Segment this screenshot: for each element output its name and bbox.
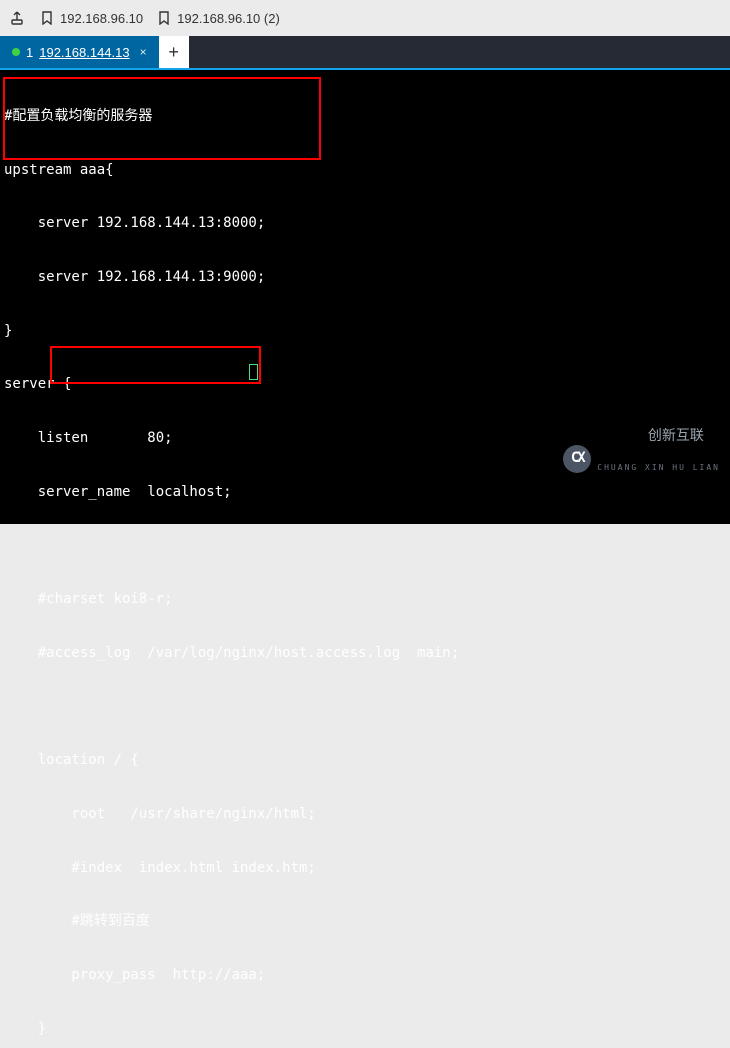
tab-strip: 1 192.168.144.13 × + (0, 36, 730, 70)
tab-index: 1 (26, 45, 33, 60)
code-line: server 192.168.144.13:8000; (0, 215, 730, 233)
watermark-text: 创新互联 CHUANG XIN HU LIAN (597, 410, 720, 508)
session-tab-active[interactable]: 1 192.168.144.13 × (0, 36, 159, 68)
code-line (0, 537, 730, 555)
code-line: proxy_pass http://aaa; (0, 967, 730, 985)
bookmark-icon (38, 9, 56, 27)
code-line: server 192.168.144.13:9000; (0, 269, 730, 287)
watermark-logo-icon: CX (563, 445, 591, 473)
close-icon[interactable]: × (140, 45, 147, 59)
export-icon[interactable] (8, 9, 26, 27)
toolbar: 192.168.96.10 192.168.96.10 (2) (0, 0, 730, 36)
code-line: upstream aaa{ (0, 162, 730, 180)
status-dot-icon (12, 48, 20, 56)
code-line: } (0, 323, 730, 341)
code-line: #index index.html index.htm; (0, 860, 730, 878)
code-line: location / { (0, 752, 730, 770)
code-line: root /usr/share/nginx/html; (0, 806, 730, 824)
code-line: } (0, 1021, 730, 1039)
code-line: server { (0, 376, 730, 394)
cursor-icon (249, 364, 258, 380)
bookmark-item-1[interactable]: 192.168.96.10 (38, 9, 143, 27)
tab-label: 192.168.144.13 (39, 45, 129, 60)
code-line: #access_log /var/log/nginx/host.access.l… (0, 645, 730, 663)
code-line: #跳转到百度 (0, 913, 730, 931)
bookmark-label: 192.168.96.10 (60, 11, 143, 26)
bookmark-label: 192.168.96.10 (2) (177, 11, 280, 26)
terminal[interactable]: #配置负载均衡的服务器 upstream aaa{ server 192.168… (0, 70, 730, 524)
code-line: #配置负载均衡的服务器 (0, 108, 730, 126)
bookmark-icon (155, 9, 173, 27)
new-tab-button[interactable]: + (159, 36, 189, 68)
code-line: #charset koi8-r; (0, 591, 730, 609)
bookmark-item-2[interactable]: 192.168.96.10 (2) (155, 9, 280, 27)
watermark: CX 创新互联 CHUANG XIN HU LIAN (563, 410, 720, 508)
code-line (0, 699, 730, 717)
